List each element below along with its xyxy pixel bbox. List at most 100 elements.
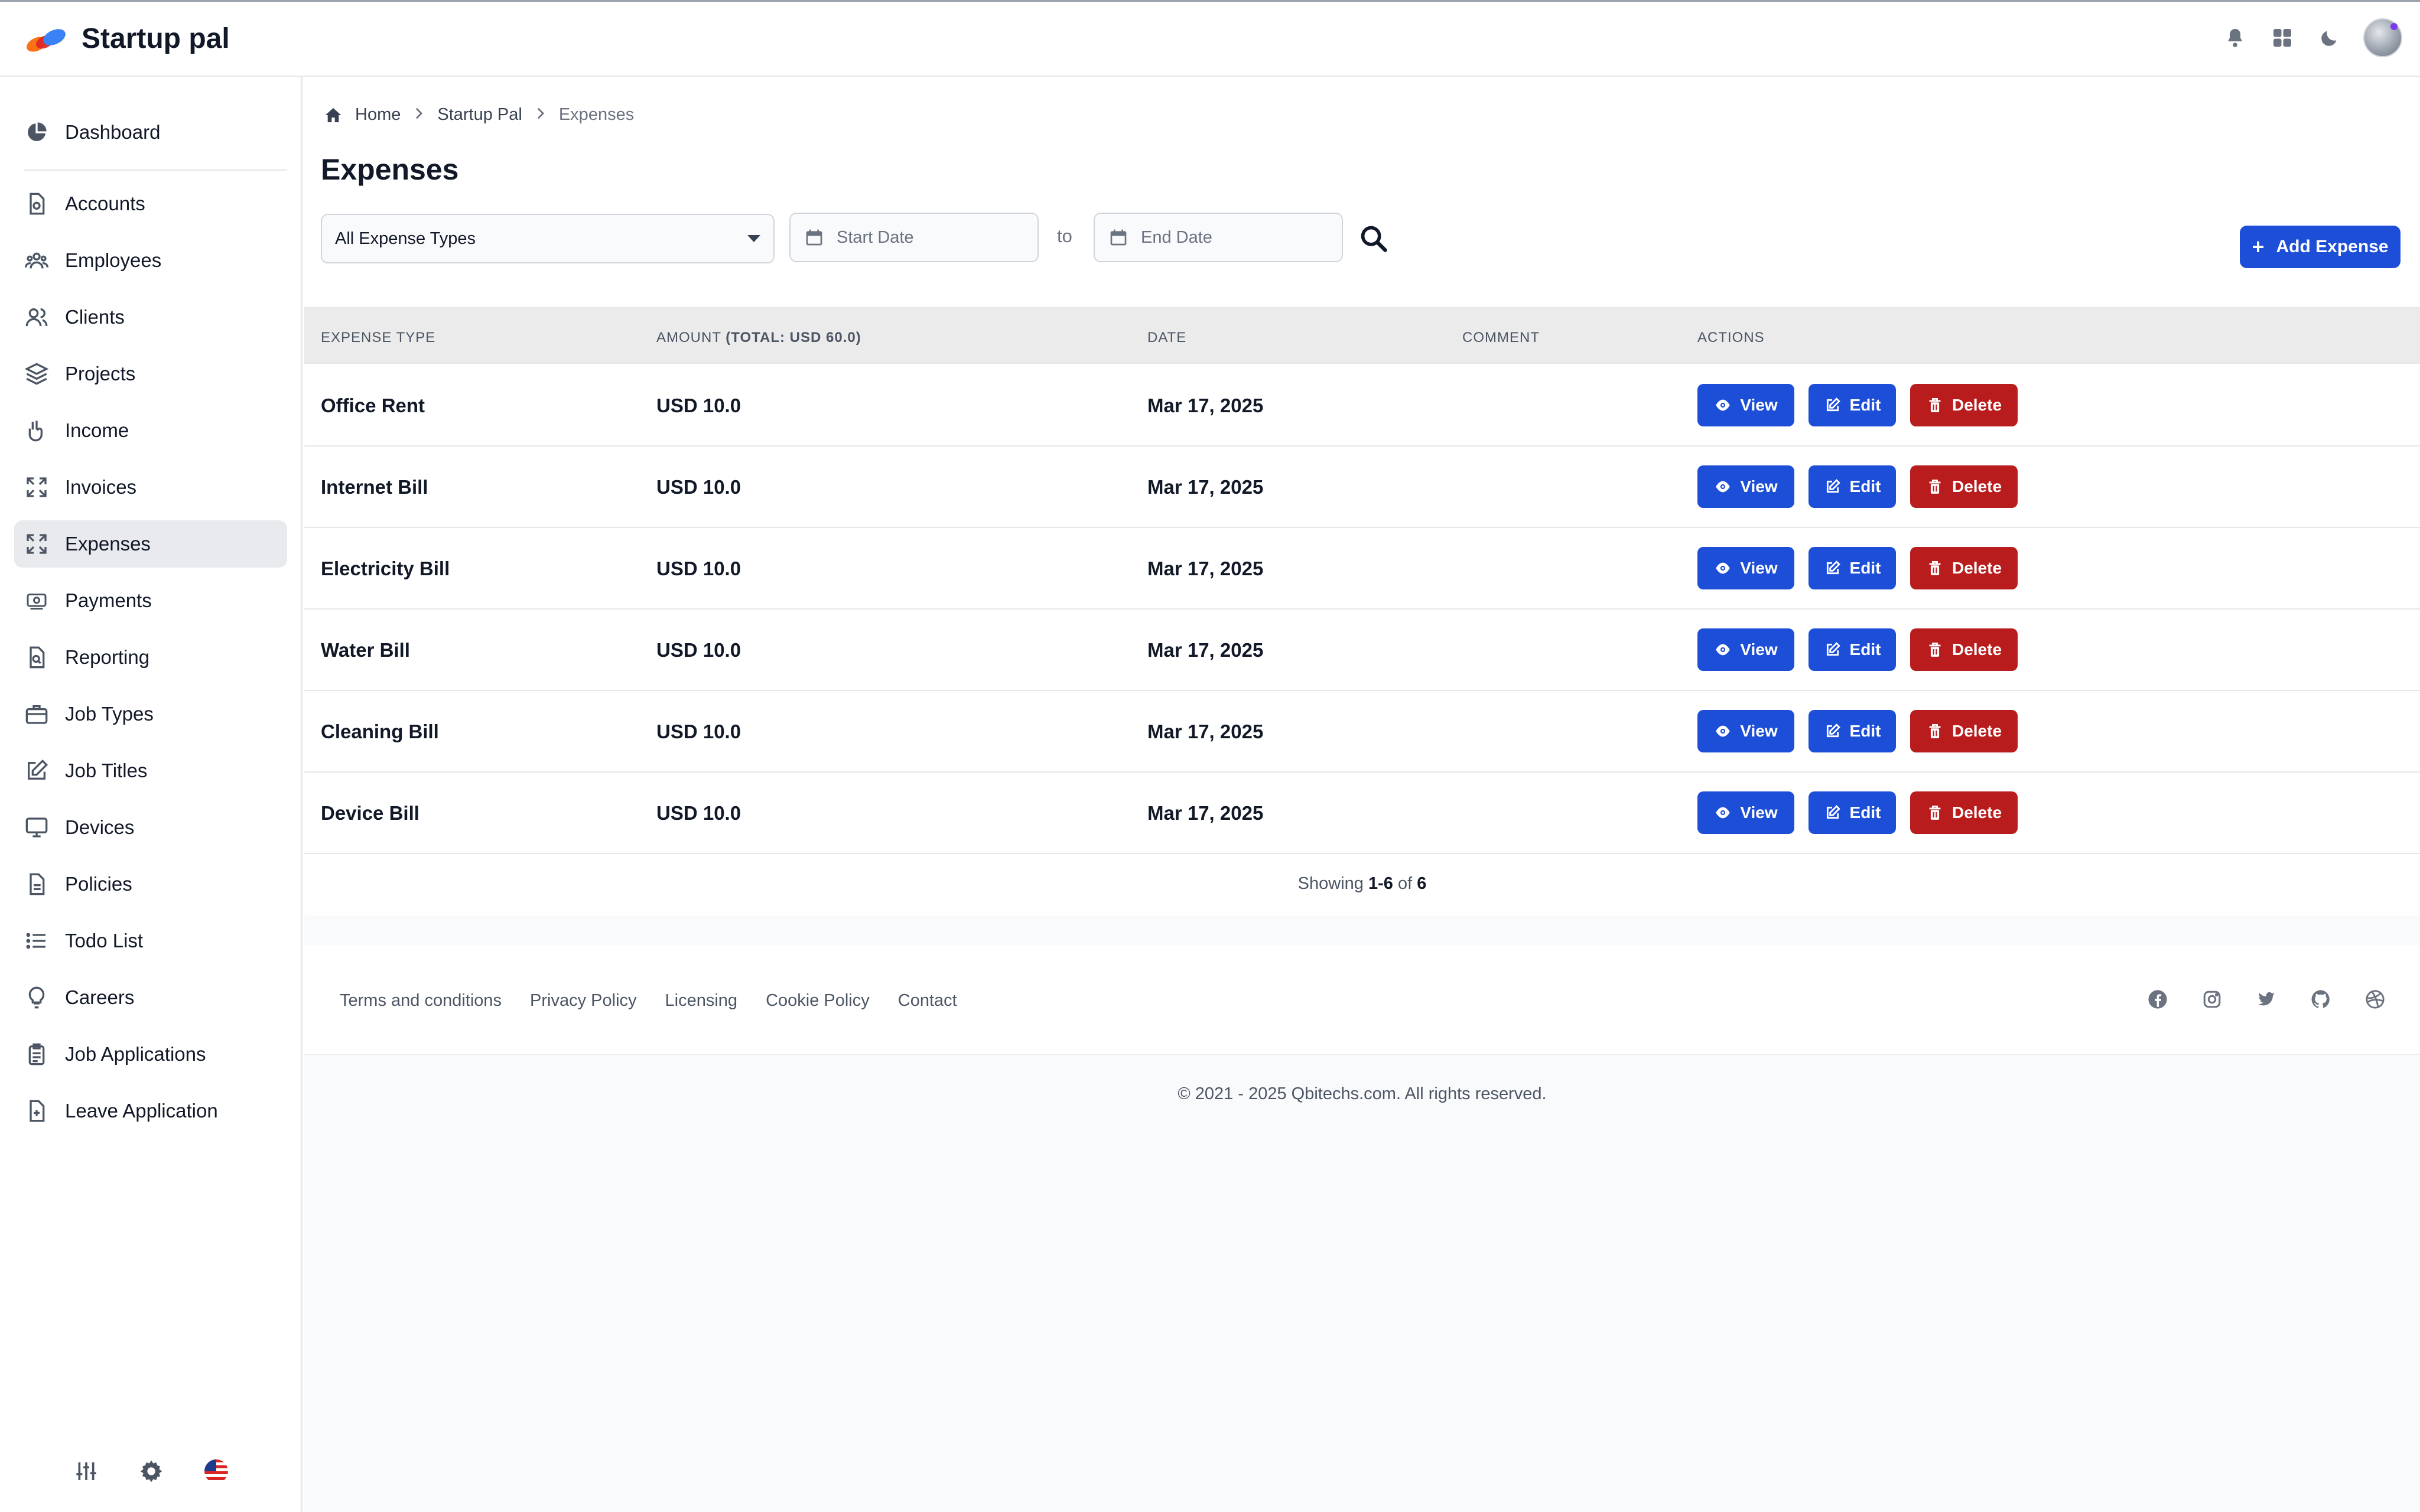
notification-dot <box>2390 23 2398 30</box>
view-button[interactable]: View <box>1697 710 1794 752</box>
facebook-icon[interactable] <box>2146 988 2169 1011</box>
header-expense-type: EXPENSE TYPE <box>321 330 436 346</box>
sidebar-item-careers[interactable]: Careers <box>14 974 287 1021</box>
edit-button[interactable]: Edit <box>1809 465 1896 508</box>
sidebar-item-job-titles[interactable]: Job Titles <box>14 747 287 794</box>
table-row: Water Bill USD 10.0 Mar 17, 2025 View Edit De… <box>304 610 2420 691</box>
search-button[interactable] <box>1356 221 1391 256</box>
eye-icon <box>1714 396 1732 414</box>
edit-label: Edit <box>1849 640 1881 659</box>
edit-icon <box>1824 396 1842 414</box>
footer-link-terms[interactable]: Terms and conditions <box>340 991 502 1011</box>
sidebar-item-label: Leave Application <box>65 1100 218 1122</box>
cell-amount: USD 10.0 <box>656 721 741 742</box>
pagination-summary: Showing 1-6 of 6 <box>1297 874 1427 893</box>
sidebar-item-accounts[interactable]: Accounts <box>14 180 287 227</box>
start-date-input[interactable]: Start Date <box>789 213 1039 262</box>
sliders-icon[interactable] <box>73 1458 100 1485</box>
delete-button[interactable]: Delete <box>1910 791 2018 834</box>
edit-button[interactable]: Edit <box>1809 384 1896 426</box>
cell-expense-type: Cleaning Bill <box>321 721 439 742</box>
trash-icon <box>1926 641 1944 659</box>
edit-button[interactable]: Edit <box>1809 791 1896 834</box>
top-bar: Startup pal <box>0 0 2420 77</box>
view-label: View <box>1740 477 1778 496</box>
expand-icon <box>24 474 50 500</box>
apps-grid-icon[interactable] <box>2269 24 2296 51</box>
view-button[interactable]: View <box>1697 791 1794 834</box>
bell-icon[interactable] <box>2221 24 2249 51</box>
header-comment: COMMENT <box>1462 330 1540 346</box>
page-title: Expenses <box>321 153 459 186</box>
breadcrumb-section[interactable]: Startup Pal <box>437 105 522 125</box>
sidebar-item-projects[interactable]: Projects <box>14 350 287 397</box>
cell-expense-type: Internet Bill <box>321 476 428 498</box>
user-group-icon <box>24 304 50 330</box>
pie-chart-icon <box>24 119 50 145</box>
gear-icon[interactable] <box>138 1458 165 1485</box>
sidebar-item-invoices[interactable]: Invoices <box>14 464 287 511</box>
sidebar-item-job-types[interactable]: Job Types <box>14 690 287 738</box>
footer-link-licensing[interactable]: Licensing <box>665 991 738 1011</box>
eye-icon <box>1714 641 1732 659</box>
sidebar-item-leave-application[interactable]: Leave Application <box>14 1087 287 1135</box>
sidebar-item-label: Job Types <box>65 703 154 725</box>
edit-button[interactable]: Edit <box>1809 547 1896 589</box>
sidebar-item-payments[interactable]: Payments <box>14 577 287 624</box>
delete-label: Delete <box>1951 396 2002 414</box>
sidebar-item-job-applications[interactable]: Job Applications <box>14 1031 287 1078</box>
sidebar-item-expenses[interactable]: Expenses <box>14 520 287 568</box>
cell-expense-type: Device Bill <box>321 802 419 824</box>
breadcrumb-home[interactable]: Home <box>355 105 401 125</box>
sidebar-item-label: Projects <box>65 363 136 384</box>
view-label: View <box>1740 722 1778 740</box>
add-expense-button[interactable]: + Add Expense <box>2240 226 2401 268</box>
table-row: Electricity Bill USD 10.0 Mar 17, 2025 View… <box>304 528 2420 610</box>
sidebar-item-devices[interactable]: Devices <box>14 804 287 851</box>
moon-icon[interactable] <box>2316 24 2343 51</box>
sidebar-item-policies[interactable]: Policies <box>14 861 287 908</box>
edit-icon <box>1824 559 1842 577</box>
sidebar-item-income[interactable]: Income <box>14 407 287 454</box>
dribbble-icon[interactable] <box>2363 988 2387 1011</box>
delete-button[interactable]: Delete <box>1910 710 2018 752</box>
edit-icon <box>1824 641 1842 659</box>
sidebar-item-todo-list[interactable]: Todo List <box>14 917 287 964</box>
sidebar-item-label: Expenses <box>65 533 151 555</box>
sidebar-item-employees[interactable]: Employees <box>14 237 287 284</box>
edit-button[interactable]: Edit <box>1809 628 1896 671</box>
delete-button[interactable]: Delete <box>1910 465 2018 508</box>
sidebar-item-label: Policies <box>65 873 132 895</box>
delete-button[interactable]: Delete <box>1910 547 2018 589</box>
avatar[interactable] <box>2363 18 2402 57</box>
expense-type-select[interactable]: All Expense Types <box>321 214 775 263</box>
github-icon[interactable] <box>2309 988 2333 1011</box>
footer-link-privacy[interactable]: Privacy Policy <box>530 991 637 1011</box>
table-row: Cleaning Bill USD 10.0 Mar 17, 2025 View Edi… <box>304 691 2420 773</box>
view-button[interactable]: View <box>1697 547 1794 589</box>
logo-icon <box>27 28 66 52</box>
sidebar-item-reporting[interactable]: Reporting <box>14 634 287 681</box>
end-date-input[interactable]: End Date <box>1094 213 1343 262</box>
footer-link-contact[interactable]: Contact <box>898 991 957 1011</box>
sidebar-item-dashboard[interactable]: Dashboard <box>14 109 287 156</box>
footer-link-cookie[interactable]: Cookie Policy <box>766 991 870 1011</box>
view-button[interactable]: View <box>1697 465 1794 508</box>
sidebar-item-clients[interactable]: Clients <box>14 294 287 341</box>
trash-icon <box>1926 478 1944 496</box>
brand[interactable]: Startup pal <box>24 22 230 55</box>
app-name: Startup pal <box>82 23 230 54</box>
edit-button[interactable]: Edit <box>1809 710 1896 752</box>
sidebar-divider <box>24 170 287 171</box>
footer: Terms and conditions Privacy Policy Lice… <box>304 945 2420 1055</box>
header-amount-total: (TOTAL: USD 60.0) <box>726 330 861 346</box>
instagram-icon[interactable] <box>2200 988 2224 1011</box>
twitter-icon[interactable] <box>2255 988 2278 1011</box>
lightbulb-icon <box>24 985 50 1011</box>
delete-button[interactable]: Delete <box>1910 384 2018 426</box>
language-flag-icon[interactable] <box>203 1458 230 1485</box>
view-button[interactable]: View <box>1697 628 1794 671</box>
view-button[interactable]: View <box>1697 384 1794 426</box>
delete-button[interactable]: Delete <box>1910 628 2018 671</box>
view-label: View <box>1740 559 1778 577</box>
